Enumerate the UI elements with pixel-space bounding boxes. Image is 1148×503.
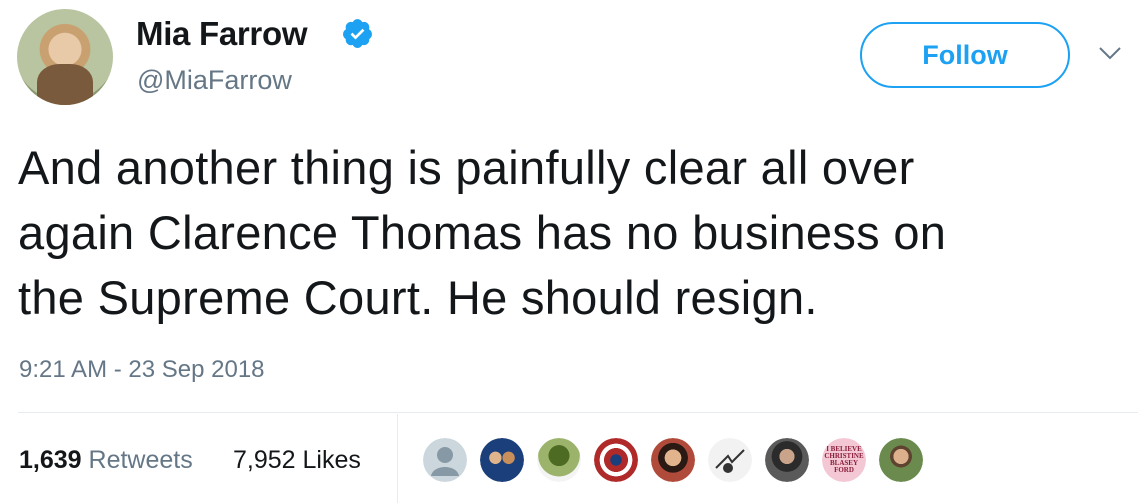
liker-avatar-drawing[interactable]	[706, 436, 754, 484]
retweets-stat[interactable]: 1,639 Retweets	[19, 446, 193, 475]
badge-text: I BELIEVE CHRISTINE BLASEY FORD	[824, 445, 864, 474]
liker-avatar-shield[interactable]	[592, 436, 640, 484]
retweets-label: Retweets	[88, 446, 193, 474]
tweet-text-line: the Supreme Court. He should resign.	[18, 271, 818, 324]
user-handle[interactable]: @MiaFarrow	[137, 65, 292, 96]
likes-stat[interactable]: 7,952 Likes	[233, 446, 361, 475]
chevron-down-icon[interactable]	[1098, 46, 1122, 60]
tweet-text-line: again Clarence Thomas has no business on	[18, 206, 947, 259]
stats-divider	[397, 414, 398, 503]
tweet-timestamp[interactable]: 9:21 AM - 23 Sep 2018	[19, 356, 265, 384]
tweet-text: And another thing is painfully clear all…	[18, 135, 1118, 330]
liker-avatar-woman[interactable]	[649, 436, 697, 484]
liker-avatar-man[interactable]	[877, 436, 925, 484]
follow-button[interactable]: Follow	[860, 22, 1070, 88]
likes-count: 7,952	[233, 446, 296, 474]
default-avatar-icon[interactable]	[421, 436, 469, 484]
divider	[18, 412, 1138, 413]
likes-label: Likes	[302, 446, 361, 474]
verified-badge-icon	[343, 19, 372, 48]
retweets-count: 1,639	[19, 446, 82, 474]
display-name[interactable]: Mia Farrow	[136, 15, 308, 53]
liker-avatar-plant[interactable]	[535, 436, 583, 484]
liker-avatar-badge[interactable]: I BELIEVE CHRISTINE BLASEY FORD	[820, 436, 868, 484]
tweet-text-line: And another thing is painfully clear all…	[18, 141, 915, 194]
liker-avatar-man-dark[interactable]	[763, 436, 811, 484]
author-avatar[interactable]	[17, 9, 113, 105]
liker-avatar-group[interactable]	[478, 436, 526, 484]
